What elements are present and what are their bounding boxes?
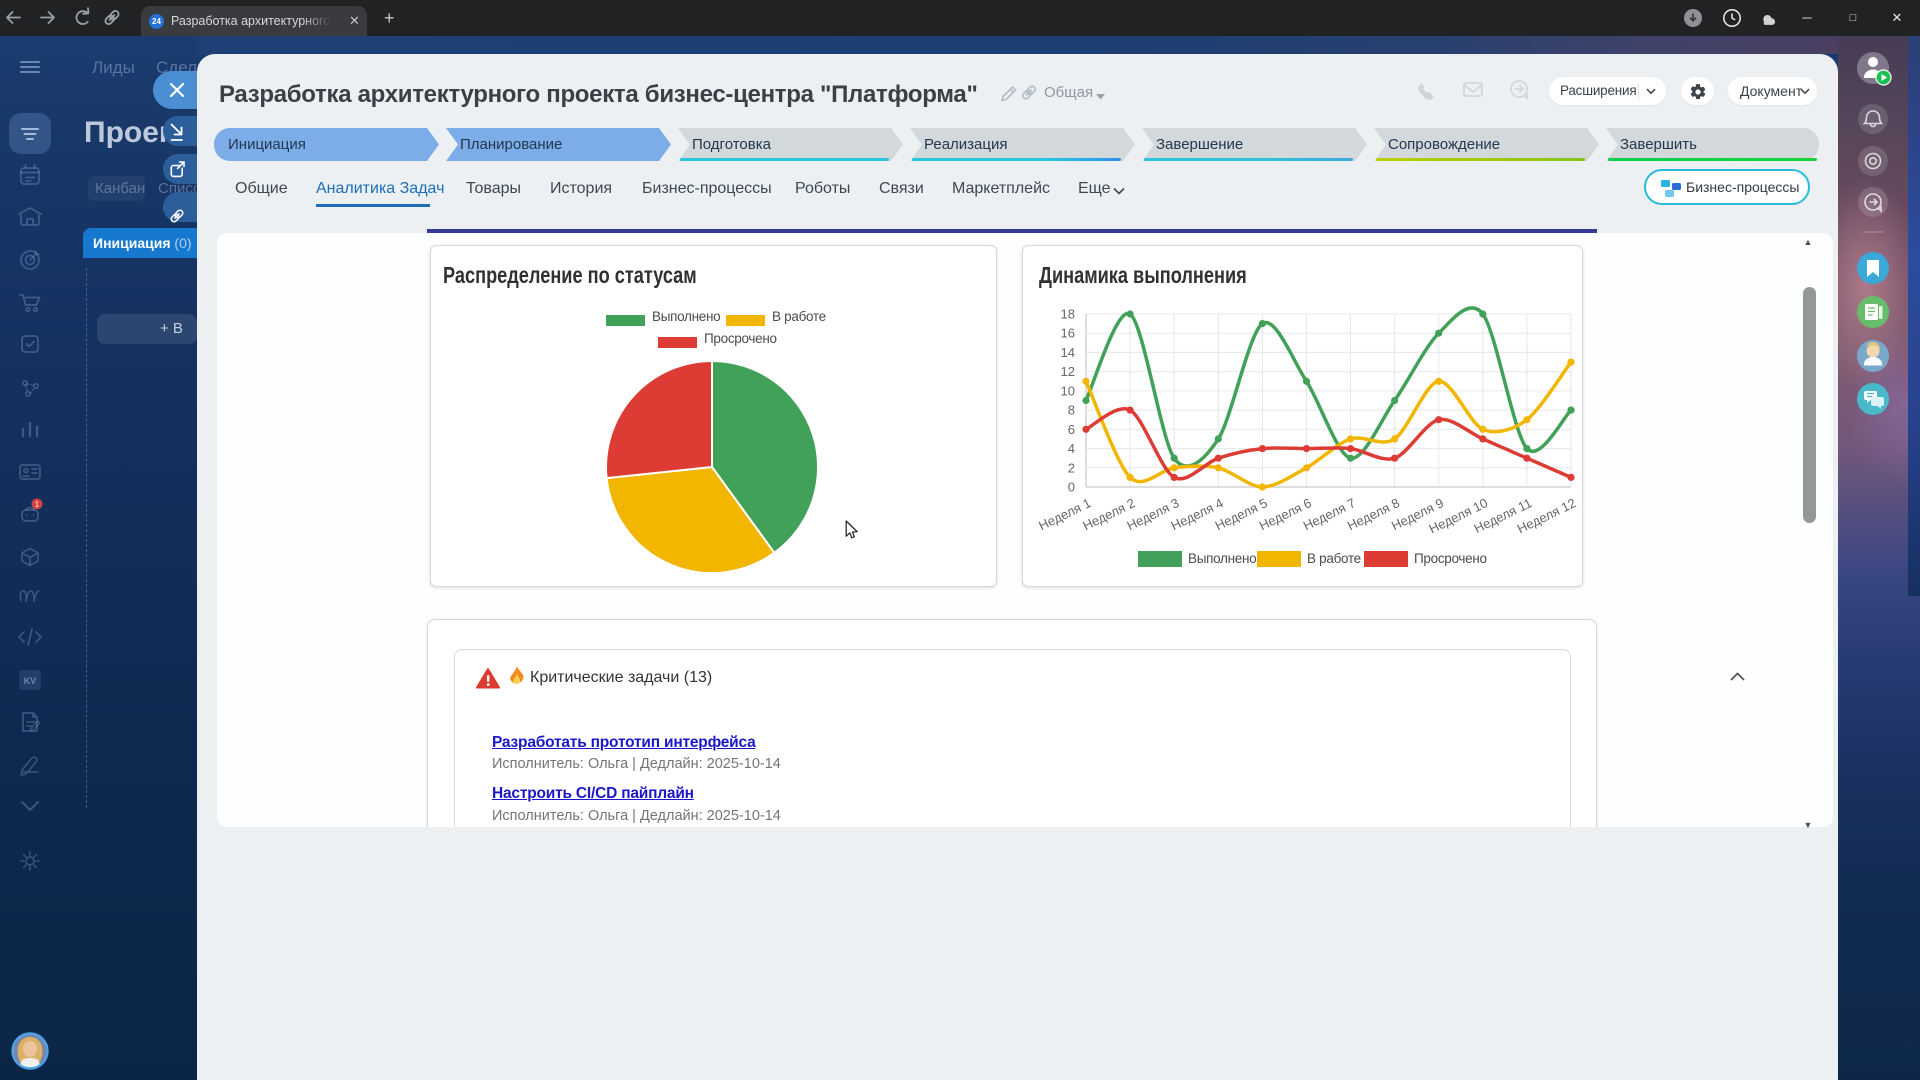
svg-text:6: 6 bbox=[1068, 422, 1075, 437]
svg-text:1: 1 bbox=[35, 500, 40, 509]
svg-text:0: 0 bbox=[1068, 480, 1075, 495]
svg-text:18: 18 bbox=[1061, 307, 1075, 322]
svg-text:4: 4 bbox=[1068, 441, 1075, 456]
svg-text:8: 8 bbox=[1068, 403, 1075, 418]
svg-text:12: 12 bbox=[1061, 364, 1075, 379]
svg-text:KV: KV bbox=[24, 676, 37, 686]
svg-text:10: 10 bbox=[1061, 383, 1075, 398]
svg-text:2: 2 bbox=[1068, 460, 1075, 475]
svg-text:16: 16 bbox=[1061, 326, 1075, 341]
svg-text:14: 14 bbox=[1061, 345, 1075, 360]
